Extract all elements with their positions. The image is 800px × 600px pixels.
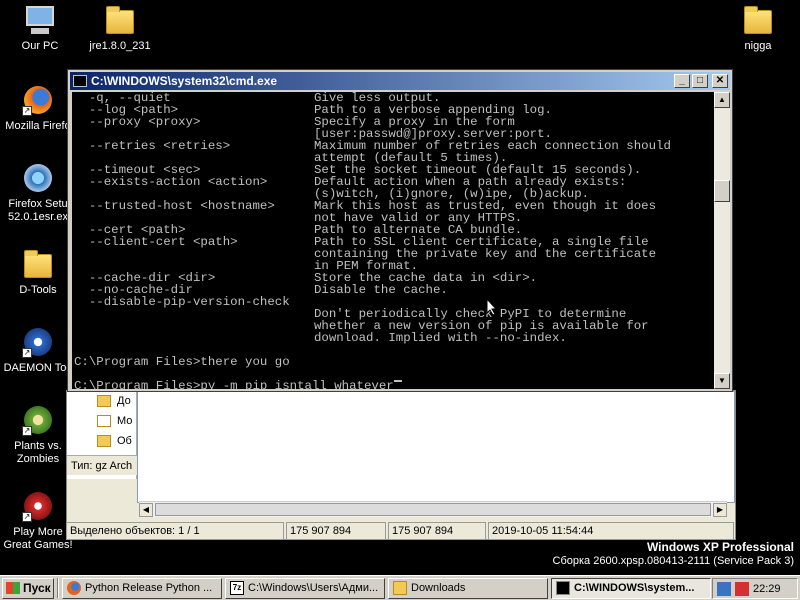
cmd-icon	[556, 581, 570, 595]
start-button[interactable]: Пуск	[2, 577, 54, 599]
text-cursor	[393, 380, 402, 382]
explorer-item[interactable]: До	[67, 391, 136, 411]
status-selected: Выделено объектов: 1 / 1	[66, 522, 284, 540]
alert-icon[interactable]	[735, 581, 749, 596]
windows-logo-icon	[6, 582, 20, 594]
explorer-left-pane: До Мо Об Тип: gz Arch	[67, 391, 137, 479]
explorer-item[interactable]: Мо	[67, 411, 136, 431]
file-type-label: Тип: gz Arch	[67, 455, 137, 475]
desktop-icon-our-pc[interactable]: Our PC	[0, 4, 80, 53]
network-icon[interactable]	[717, 581, 731, 596]
vertical-scrollbar[interactable]: ▲ ▼	[714, 92, 730, 389]
explorer-window[interactable]: До Мо Об Тип: gz Arch ◀ ▶	[66, 390, 736, 540]
console-line: C:\Program Files>py -m pip isntall whate…	[74, 380, 714, 389]
console-line-left: C:\Program Files>py -m pip isntall whate…	[74, 379, 394, 389]
explorer-item[interactable]: Об	[67, 431, 136, 451]
scroll-thumb[interactable]	[155, 503, 711, 516]
firefox-icon	[67, 581, 81, 595]
console-line-left: --exists-action <action>	[74, 175, 268, 189]
desktop-icon-folder[interactable]: nigga	[718, 4, 798, 53]
task-button-7zip[interactable]: 7z C:\Windows\Users\Адми...	[225, 577, 385, 599]
7zip-icon: 7z	[230, 581, 244, 595]
task-button-firefox[interactable]: Python Release Python ...	[62, 577, 222, 599]
cmd-window[interactable]: C:\WINDOWS\system32\cmd.exe _ □ ✕ -q, --…	[67, 69, 733, 392]
explorer-main-pane[interactable]	[137, 391, 735, 503]
installer-icon	[22, 162, 54, 194]
folder-icon	[22, 248, 54, 280]
folder-icon	[393, 581, 407, 595]
console-line: download. Implied with --no-index.	[74, 332, 714, 344]
maximize-button[interactable]: □	[692, 74, 708, 88]
status-date: 2019-10-05 11:54:44	[488, 522, 734, 540]
scroll-right-icon[interactable]: ▶	[713, 503, 727, 517]
firefox-icon: ↗	[22, 84, 54, 116]
task-button-cmd[interactable]: C:\WINDOWS\system...	[551, 577, 711, 599]
close-button[interactable]: ✕	[712, 74, 728, 88]
desktop-icon-jre[interactable]: jre1.8.0_231	[80, 4, 160, 53]
daemon-tools-icon: ↗	[22, 326, 54, 358]
task-button-downloads[interactable]: Downloads	[388, 577, 548, 599]
scroll-thumb[interactable]	[714, 180, 730, 202]
console-line-left: --retries <retries>	[74, 139, 231, 153]
console-line-left	[74, 308, 314, 320]
console-line-right: Disable the cache.	[314, 283, 448, 297]
system-tray: 22:29	[712, 578, 798, 599]
console-line-left	[74, 320, 314, 332]
scroll-left-icon[interactable]: ◀	[139, 503, 153, 517]
taskbar: Пуск Python Release Python ... 7z C:\Win…	[0, 575, 800, 600]
file-icon	[97, 415, 111, 427]
popcap-icon: ↗	[22, 490, 54, 522]
console-output[interactable]: -q, --quiet Give less output. --log <path…	[72, 92, 714, 389]
console-line: C:\Program Files>there you go	[74, 356, 714, 368]
scroll-up-icon[interactable]: ▲	[714, 92, 730, 108]
console-line-left	[74, 332, 314, 344]
console-line-right: download. Implied with --no-index.	[314, 331, 567, 345]
folder-icon	[104, 4, 136, 36]
scroll-down-icon[interactable]: ▼	[714, 373, 730, 389]
folder-icon	[97, 395, 111, 407]
status-size-2: 175 907 894	[388, 522, 486, 540]
explorer-status-bar: Выделено объектов: 1 / 1 175 907 894 175…	[66, 522, 736, 540]
horizontal-scrollbar[interactable]: ◀ ▶	[139, 501, 727, 517]
taskbar-separator	[57, 578, 59, 598]
clock[interactable]: 22:29	[753, 583, 781, 595]
console-line-left: --client-cert <path>	[74, 235, 238, 249]
mouse-pointer-icon	[486, 298, 498, 316]
folder-icon	[742, 4, 774, 36]
cmd-icon	[73, 75, 87, 87]
folder-icon	[97, 435, 111, 447]
computer-icon	[24, 4, 56, 36]
console-line-left: --trusted-host <hostname>	[74, 199, 275, 213]
console-line-left: --proxy <proxy>	[74, 115, 201, 129]
console-line-left	[74, 248, 314, 260]
cmd-title-bar[interactable]: C:\WINDOWS\system32\cmd.exe _ □ ✕	[70, 72, 730, 90]
console-line-left: --disable-pip-version-check	[74, 295, 290, 309]
cmd-title: C:\WINDOWS\system32\cmd.exe	[91, 74, 278, 88]
console-line-left: C:\Program Files>there you go	[74, 355, 290, 369]
status-size: 175 907 894	[286, 522, 386, 540]
desktop: Our PC jre1.8.0_231 nigga ↗ Mozilla Fire…	[0, 0, 800, 600]
plants-vs-zombies-icon: ↗	[22, 404, 54, 436]
os-watermark: Windows XP Professional Сборка 2600.xpsp…	[552, 540, 794, 567]
minimize-button[interactable]: _	[674, 74, 690, 88]
